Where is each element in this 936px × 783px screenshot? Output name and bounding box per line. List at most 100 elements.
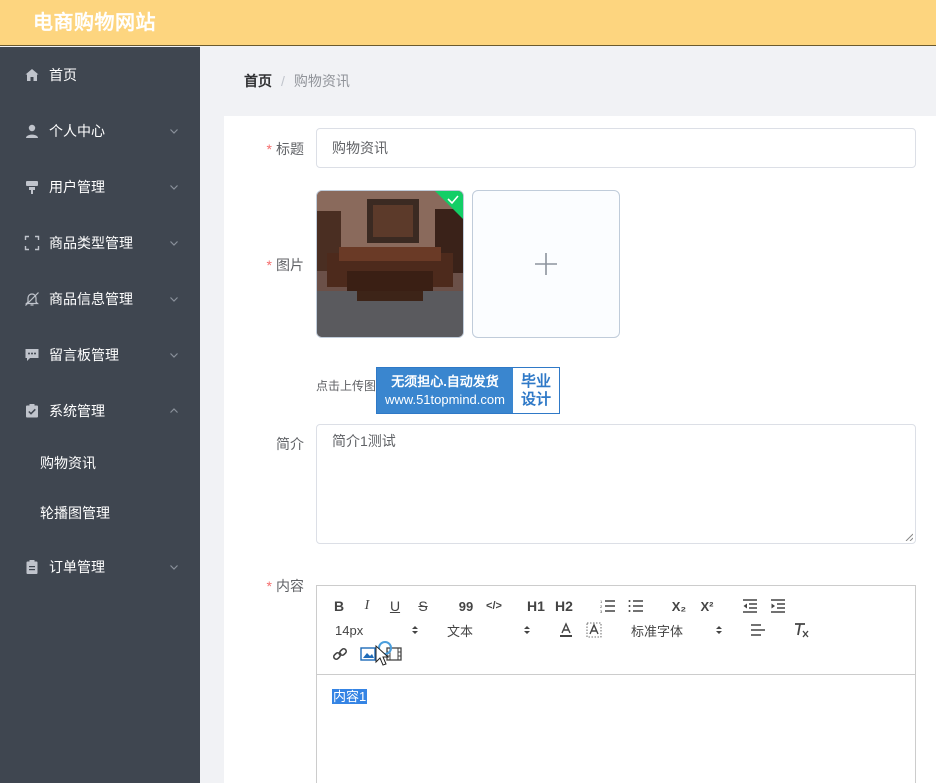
sidebar-subitem-news[interactable]: 购物资讯 — [0, 438, 200, 488]
link-button[interactable] — [331, 644, 349, 664]
watermark-line1: 无须担心.自动发货 — [391, 374, 499, 389]
home-icon — [24, 67, 40, 83]
breadcrumb-home[interactable]: 首页 — [224, 71, 272, 91]
image-upload-button[interactable] — [472, 190, 620, 338]
bold-button[interactable]: B — [331, 596, 347, 616]
mouse-cursor-icon — [375, 641, 392, 666]
main-content: 首页 / 购物资讯 * 标题 购物资讯 * 图片 点击上传图 无须担心.自动发货… — [200, 47, 936, 783]
svg-text:3: 3 — [600, 609, 603, 613]
sidebar-item-label: 系统管理 — [49, 403, 105, 419]
sidebar-subitem-label: 购物资讯 — [40, 455, 96, 471]
summary-value: 简介1测试 — [332, 433, 396, 449]
blockquote-button[interactable]: 99 — [457, 596, 475, 616]
bullet-list-button[interactable] — [627, 596, 645, 616]
subscript-button[interactable]: X₂ — [669, 596, 689, 616]
sidebar-item-label: 用户管理 — [49, 179, 105, 195]
font-family-select[interactable]: 标准字体 — [631, 620, 723, 640]
chevron-down-icon — [170, 353, 178, 358]
superscript-button[interactable]: X² — [697, 596, 717, 616]
breadcrumb-current: 购物资讯 — [293, 73, 350, 89]
paragraph-select[interactable]: 文本 — [447, 620, 531, 640]
select-arrows-icon — [524, 626, 530, 634]
sidebar-item-profile[interactable]: 个人中心 — [0, 103, 200, 159]
uploaded-image-thumbnail[interactable] — [316, 190, 464, 338]
sidebar-subitem-label: 轮播图管理 — [40, 505, 110, 521]
breadcrumb: 首页 / 购物资讯 — [224, 47, 936, 115]
code-button[interactable]: </> — [483, 596, 505, 616]
clear-format-icon — [795, 623, 809, 638]
chevron-down-icon — [170, 129, 178, 134]
rich-text-editor: B I U S 99 </> H1 H2 123 X₂ X² 14px 文本 标… — [316, 585, 916, 783]
scan-icon — [24, 235, 40, 251]
sidebar-item-orders[interactable]: 订单管理 — [0, 539, 200, 595]
font-family-value: 标准字体 — [631, 623, 684, 639]
check-icon — [24, 403, 40, 419]
living-room-image — [317, 191, 463, 337]
chevron-down-icon — [170, 241, 178, 246]
sidebar-item-product-types[interactable]: 商品类型管理 — [0, 215, 200, 271]
watermark-right2: 设计 — [520, 390, 551, 408]
bullet-list-icon — [628, 600, 643, 612]
sidebar-item-users[interactable]: 用户管理 — [0, 159, 200, 215]
title-input[interactable]: 购物资讯 — [316, 128, 916, 168]
watermark-overlay: 无须担心.自动发货 www.51topmind.com 毕业 设计 — [376, 367, 560, 414]
upload-hint: 点击上传图 — [316, 379, 377, 393]
clear-format-button[interactable] — [791, 620, 811, 640]
resize-handle-icon[interactable] — [905, 533, 913, 541]
plus-icon — [535, 253, 557, 275]
content-label: * 内容 — [266, 578, 304, 594]
sidebar-item-system[interactable]: 系统管理 — [0, 383, 200, 439]
clipboard-icon — [24, 559, 40, 575]
indent-icon — [771, 599, 785, 613]
background-color-icon — [586, 622, 602, 638]
message-icon — [24, 347, 40, 363]
app-title: 电商购物网站 — [33, 12, 156, 34]
font-color-button[interactable] — [557, 620, 575, 640]
top-header: 电商购物网站 — [0, 0, 936, 46]
paragraph-value: 文本 — [447, 623, 474, 639]
title-input-value: 购物资讯 — [332, 140, 388, 156]
bell-off-icon — [24, 291, 40, 307]
outdent-button[interactable] — [741, 596, 759, 616]
chevron-down-icon — [170, 565, 178, 570]
watermark-right1: 毕业 — [520, 372, 551, 390]
ordered-list-icon: 123 — [600, 599, 615, 613]
h1-button[interactable]: H1 — [525, 596, 547, 616]
font-color-icon — [560, 622, 572, 637]
chevron-down-icon — [170, 297, 178, 302]
font-size-select[interactable]: 14px — [335, 620, 419, 640]
user-icon — [24, 123, 40, 139]
summary-textarea[interactable]: 简介1测试 — [316, 424, 916, 544]
title-label: * 标题 — [266, 141, 304, 157]
sidebar-item-label: 商品类型管理 — [49, 235, 133, 251]
breadcrumb-separator: / — [281, 73, 285, 89]
sidebar-item-home[interactable]: 首页 — [0, 47, 200, 103]
font-size-value: 14px — [335, 622, 364, 638]
sidebar-subitem-carousel[interactable]: 轮播图管理 — [0, 488, 200, 538]
strike-button[interactable]: S — [415, 596, 431, 616]
chevron-down-icon — [170, 185, 178, 190]
ordered-list-button[interactable]: 123 — [599, 596, 617, 616]
required-mark: * — [266, 257, 272, 273]
sidebar-item-messages[interactable]: 留言板管理 — [0, 327, 200, 383]
sidebar-item-label: 个人中心 — [49, 123, 105, 139]
indent-button[interactable] — [769, 596, 787, 616]
watermark-line2: www.51topmind.com — [385, 392, 505, 407]
select-arrows-icon — [412, 626, 418, 634]
required-mark: * — [266, 141, 272, 157]
image-label: * 图片 — [266, 257, 304, 273]
underline-button[interactable]: U — [387, 596, 403, 616]
editor-toolbar: B I U S 99 </> H1 H2 123 X₂ X² 14px 文本 标… — [317, 586, 915, 675]
sidebar-item-label: 留言板管理 — [49, 347, 119, 363]
user-manage-icon — [24, 179, 40, 195]
sidebar: 首页 个人中心 用户管理 商品类型管理 商品信息管理 留言板管理 系统管理 购物… — [0, 47, 200, 783]
h2-button[interactable]: H2 — [553, 596, 575, 616]
align-button[interactable] — [749, 620, 767, 640]
select-arrows-icon — [716, 626, 722, 634]
sidebar-item-products[interactable]: 商品信息管理 — [0, 271, 200, 327]
sidebar-item-label: 订单管理 — [49, 559, 105, 575]
editor-content-area[interactable]: 内容1 — [317, 676, 915, 783]
sidebar-item-label: 商品信息管理 — [49, 291, 133, 307]
background-color-button[interactable] — [585, 620, 603, 640]
italic-button[interactable]: I — [359, 596, 375, 616]
